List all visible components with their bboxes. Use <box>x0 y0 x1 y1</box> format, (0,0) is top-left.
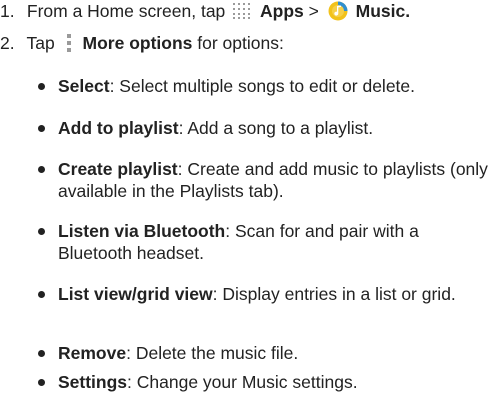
option-term: Select <box>58 76 110 96</box>
step-2: 2. Tap More options for options: <box>0 32 284 54</box>
list-item-text: List view/grid view: Display entries in … <box>58 283 492 305</box>
list-item-text: Select: Select multiple songs to edit or… <box>58 75 492 97</box>
list-item-text: Add to playlist: Add a song to a playlis… <box>58 117 492 139</box>
option-term: Settings <box>58 372 128 392</box>
bullet-dot <box>38 83 45 90</box>
list-item-text: Remove: Delete the music file. <box>58 342 492 364</box>
bullet-dot <box>38 291 45 298</box>
step-1-text: From a Home screen, tap <box>26 1 226 21</box>
path-separator: > <box>308 1 319 21</box>
step-2-text: Tap <box>26 33 55 53</box>
list-item-text: Listen via Bluetooth: Scan for and pair … <box>58 220 492 264</box>
step-2-suffix: for options: <box>197 33 284 53</box>
apps-grid-icon <box>233 2 251 19</box>
music-app-icon <box>328 1 348 21</box>
option-description: : Select multiple songs to edit or delet… <box>109 76 416 96</box>
bullet-dot <box>38 125 45 132</box>
option-description: : Change your Music settings. <box>127 372 358 392</box>
option-description: : Display entries in a list or grid. <box>212 284 456 304</box>
option-term: Listen via Bluetooth <box>58 221 226 241</box>
bullet-dot <box>38 166 45 173</box>
option-term: Create playlist <box>58 159 178 179</box>
option-term: Remove <box>58 343 127 363</box>
bullet-dot <box>38 379 45 386</box>
option-description: : Add a song to a playlist. <box>178 118 374 138</box>
music-label: Music. <box>355 1 411 21</box>
option-description: : Delete the music file. <box>126 343 299 363</box>
more-options-label: More options <box>82 33 193 53</box>
more-options-icon <box>66 34 72 52</box>
step-number: 1. <box>0 1 15 21</box>
option-term: Add to playlist <box>58 118 179 138</box>
list-item-text: Create playlist: Create and add music to… <box>58 158 492 202</box>
list-item-text: Settings: Change your Music settings. <box>58 371 492 393</box>
bullet-dot <box>38 350 45 357</box>
option-term: List view/grid view <box>58 284 213 304</box>
bullet-dot <box>38 228 45 235</box>
step-number: 2. <box>0 33 15 53</box>
step-1: 1. From a Home screen, tap Apps > Music. <box>0 0 410 22</box>
apps-label: Apps <box>260 1 304 21</box>
